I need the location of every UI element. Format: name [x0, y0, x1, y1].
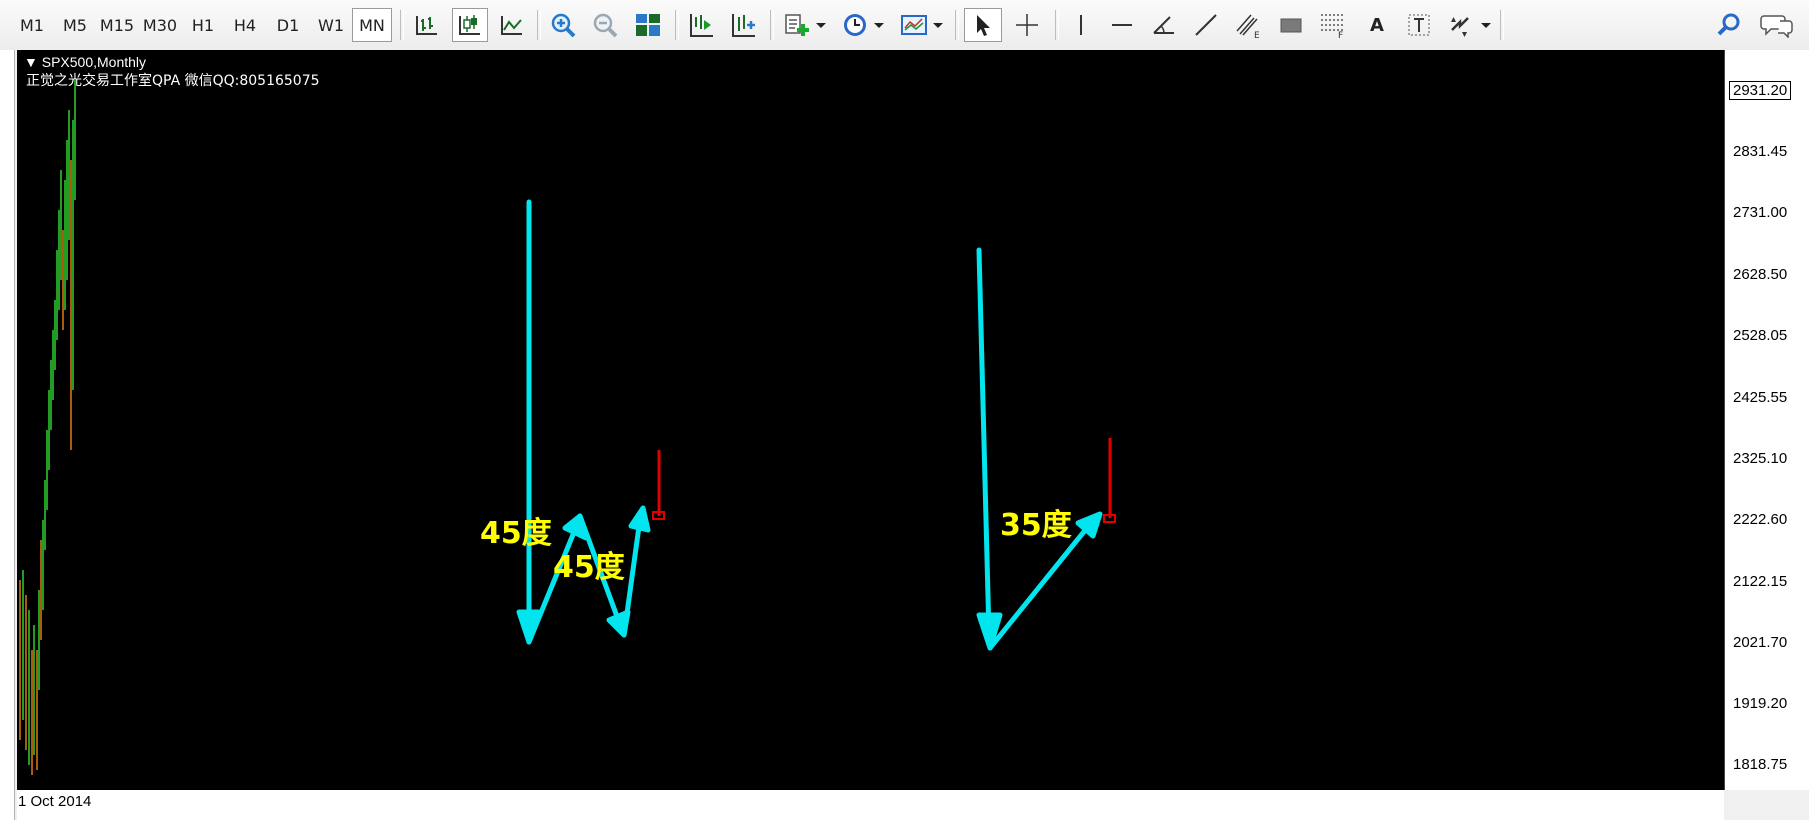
arrows-icon[interactable] — [1444, 8, 1478, 42]
price-bars — [19, 80, 76, 775]
text-icon[interactable]: A — [1360, 8, 1394, 42]
watermark-text: 正觉之光交易工作室QPA 微信QQ:805165075 — [26, 73, 320, 89]
zoom-in-icon[interactable] — [546, 8, 580, 42]
price-tick-label: 2831.45 — [1733, 143, 1788, 160]
svg-text:F: F — [1338, 31, 1343, 39]
equidistant-channel-icon[interactable]: E — [1232, 8, 1266, 42]
timeframe-m1-button[interactable]: M1 — [12, 8, 52, 42]
price-tick-label: 1818.75 — [1733, 756, 1788, 773]
tile-windows-icon[interactable] — [631, 8, 665, 42]
price-tick-label: 2021.70 — [1733, 634, 1788, 651]
toolbar-separator — [537, 10, 541, 40]
timeframe-m15-button[interactable]: M15 — [97, 8, 137, 42]
cursor-icon[interactable] — [964, 8, 1002, 42]
cyan-arrow — [621, 509, 644, 638]
search-icon[interactable] — [1712, 8, 1746, 42]
chart-shift-icon[interactable] — [726, 8, 760, 42]
text-label-icon[interactable] — [1402, 8, 1436, 42]
symbol-period-text: SPX500,Monthly — [41, 54, 147, 70]
price-tick-label: 2528.05 — [1733, 327, 1788, 344]
svg-text:E: E — [1254, 31, 1260, 39]
price-tick-label: 2325.10 — [1733, 450, 1788, 467]
arrows-dropdown-arrow[interactable] — [1481, 23, 1491, 28]
timeframe-d1-button[interactable]: D1 — [268, 8, 308, 42]
timeframe-mn-button[interactable]: MN — [352, 8, 392, 42]
arrow-pattern-right — [976, 247, 1103, 651]
time-tick-label: 1 Oct 2014 — [18, 793, 92, 810]
periodicity-dropdown-arrow[interactable] — [874, 23, 884, 28]
price-axis[interactable]: 2931.20 2831.45 2731.00 2628.50 2528.05 … — [1724, 50, 1809, 790]
bar-chart-icon[interactable] — [410, 8, 444, 42]
price-tick-label: 1919.20 — [1733, 695, 1788, 712]
time-axis[interactable]: 1 Oct 2014 — [17, 790, 1724, 820]
trendline-icon[interactable] — [1189, 8, 1223, 42]
toolbar-separator — [1500, 10, 1504, 40]
timeframe-h1-button[interactable]: H1 — [183, 8, 223, 42]
red-marker-right — [1103, 438, 1116, 523]
cyan-arrow — [976, 247, 992, 638]
horizontal-line-icon[interactable] — [1105, 8, 1139, 42]
crosshair-icon[interactable] — [1010, 8, 1044, 42]
window-left-edge — [0, 50, 15, 820]
price-tick-label: 2222.60 — [1733, 511, 1788, 528]
chart-drawing-layer — [19, 80, 1116, 775]
indicators-dropdown-arrow[interactable] — [816, 23, 826, 28]
fibonacci-icon[interactable]: F — [1316, 8, 1350, 42]
price-tick-label: 2731.00 — [1733, 204, 1788, 221]
chart-plot-area[interactable] — [17, 50, 1724, 790]
toolbar-separator — [955, 10, 959, 40]
timeframe-h4-button[interactable]: H4 — [225, 8, 265, 42]
angle-label-3: 35度 — [1000, 508, 1072, 543]
candlestick-chart-icon[interactable] — [452, 8, 488, 42]
angle-line-icon[interactable] — [1147, 8, 1181, 42]
price-tick-label: 2628.50 — [1733, 266, 1788, 283]
templates-dropdown-arrow[interactable] — [933, 23, 943, 28]
toolbar-separator — [770, 10, 774, 40]
angle-label-1: 45度 — [480, 516, 552, 551]
indicators-icon[interactable] — [780, 8, 814, 42]
line-chart-icon[interactable] — [495, 8, 529, 42]
auto-scroll-icon[interactable] — [684, 8, 718, 42]
chat-icon[interactable] — [1757, 8, 1797, 42]
toolbar: M1 M5 M15 M30 H1 H4 D1 W1 MN E F A — [0, 0, 1809, 51]
toolbar-separator — [400, 10, 404, 40]
timeframe-m5-button[interactable]: M5 — [55, 8, 95, 42]
toolbar-separator — [675, 10, 679, 40]
periodicity-icon[interactable] — [838, 8, 872, 42]
price-tick-label: 2122.15 — [1733, 573, 1788, 590]
rectangle-icon[interactable] — [1274, 8, 1308, 42]
timeframe-m30-button[interactable]: M30 — [140, 8, 180, 42]
chart-symbol-label: ▼ SPX500,Monthly — [24, 54, 146, 70]
price-tick-label: 2425.55 — [1733, 389, 1788, 406]
timeframe-w1-button[interactable]: W1 — [311, 8, 351, 42]
current-price-label: 2931.20 — [1729, 81, 1792, 100]
red-marker-left — [652, 450, 665, 520]
cyan-arrowhead — [628, 505, 651, 533]
zoom-out-icon[interactable] — [588, 8, 622, 42]
vertical-line-icon[interactable] — [1064, 8, 1098, 42]
toolbar-separator — [1055, 10, 1059, 40]
angle-label-2: 45度 — [553, 550, 625, 585]
collapse-triangle-icon[interactable]: ▼ — [24, 54, 38, 70]
templates-icon[interactable] — [897, 8, 931, 42]
